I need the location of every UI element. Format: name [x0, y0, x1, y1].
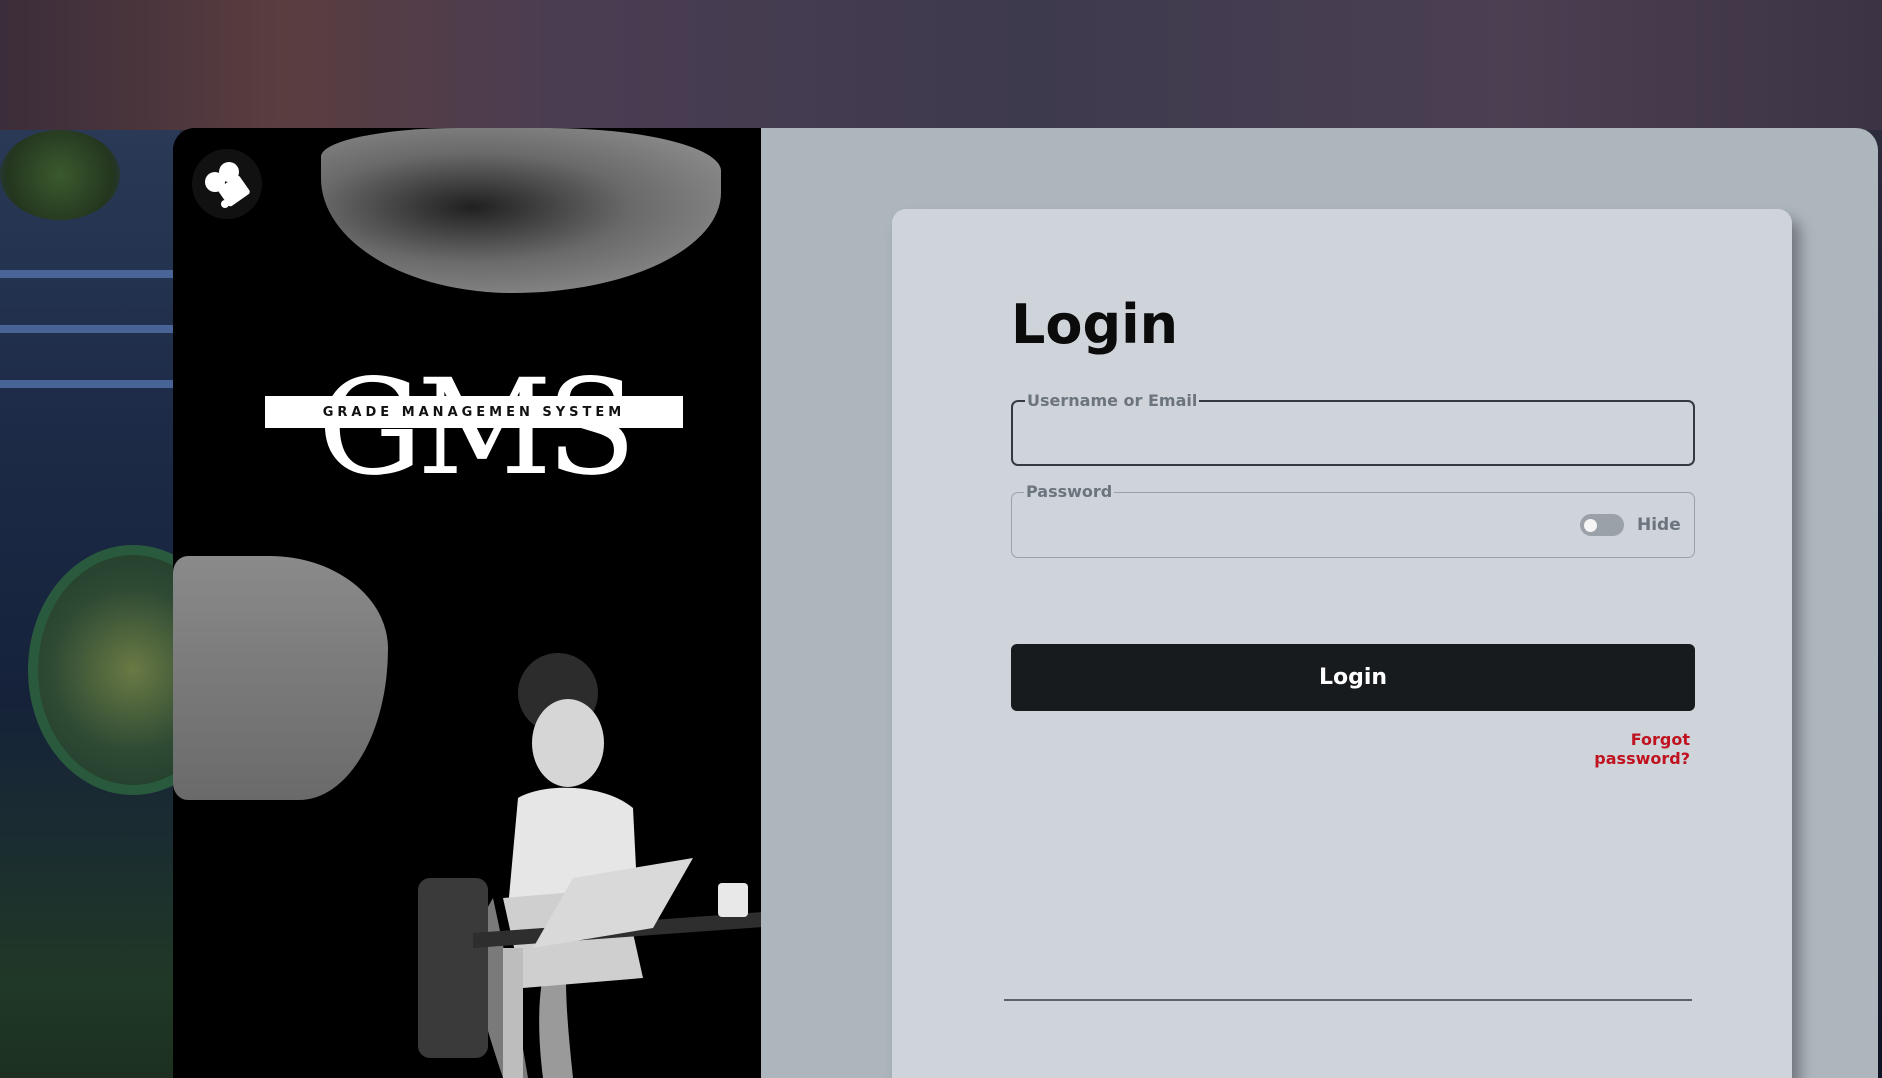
background-tree [0, 130, 120, 220]
password-label: Password [1024, 482, 1115, 501]
brand-panel: GMS GRADE MANAGEMEN SYSTEM [173, 128, 1025, 1078]
username-label: Username or Email [1025, 391, 1200, 410]
decor-blob-top [321, 128, 721, 293]
wordmark-tagline: GRADE MANAGEMEN SYSTEM [322, 404, 626, 420]
login-card: GMS GRADE MANAGEMEN SYSTEM Login Usernam… [173, 128, 1878, 1078]
background-rail [0, 270, 180, 278]
divider [1004, 999, 1692, 1001]
wordmark-band: GRADE MANAGEMEN SYSTEM [265, 396, 683, 428]
form-panel: Login Username or Email Password Hide Lo… [761, 128, 1878, 1078]
background-sky [0, 0, 1882, 130]
wordmark-letters: GMS [317, 351, 636, 505]
background-rail [0, 325, 180, 333]
login-button[interactable]: Login [1011, 644, 1695, 711]
background-rail [0, 380, 180, 388]
gms-wordmark: GMS GRADE MANAGEMEN SYSTEM [265, 358, 683, 498]
username-input[interactable] [1027, 418, 1591, 452]
toggle-knob [1584, 519, 1597, 532]
password-input[interactable] [1026, 509, 1590, 543]
visibility-toggle-icon[interactable] [1580, 514, 1624, 536]
login-form: Login Username or Email Password Hide Lo… [892, 209, 1792, 1078]
toggle-label: Hide [1637, 515, 1681, 535]
app-logo-icon [192, 149, 262, 219]
password-field: Password Hide [1011, 483, 1695, 558]
username-field: Username or Email [1011, 392, 1695, 466]
forgot-password-link[interactable]: Forgot password? [1542, 730, 1690, 768]
page-title: Login [1011, 293, 1179, 356]
